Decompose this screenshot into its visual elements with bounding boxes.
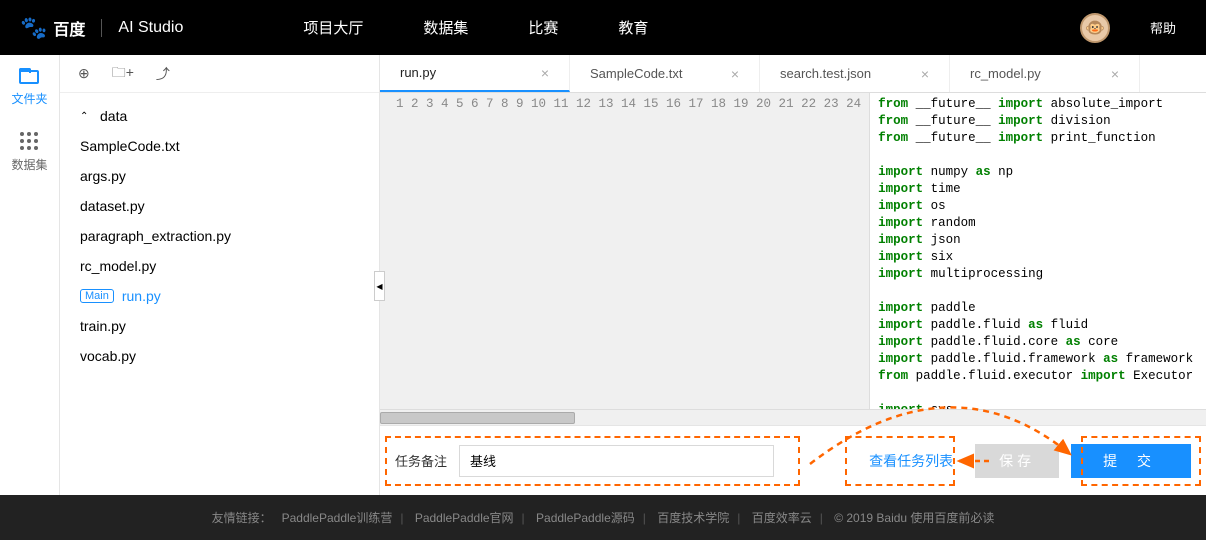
close-icon[interactable]: × (921, 66, 929, 82)
baidu-paw-icon: 🐾 (20, 15, 47, 41)
footer-copyright: © 2019 Baidu 使用百度前必读 (834, 511, 994, 525)
footer-link[interactable]: 百度技术学院 (657, 511, 729, 525)
editor-area: ◀ run.py× SampleCode.txt× search.test.js… (380, 55, 1206, 495)
footer-link[interactable]: PaddlePaddle官网 (415, 511, 514, 525)
close-icon[interactable]: × (731, 66, 739, 82)
tab-samplecode[interactable]: SampleCode.txt× (570, 55, 760, 92)
close-icon[interactable]: × (1111, 66, 1119, 82)
tree-item[interactable]: args.py (60, 161, 379, 191)
editor-tabs: run.py× SampleCode.txt× search.test.json… (380, 55, 1206, 93)
tree-item[interactable]: paragraph_extraction.py (60, 221, 379, 251)
footer-link[interactable]: 百度效率云 (752, 511, 812, 525)
folder-icon (19, 70, 39, 84)
footer-link[interactable]: PaddlePaddle训练营 (282, 511, 393, 525)
new-folder-icon[interactable]: 🗀+ (112, 62, 134, 86)
tab-search-json[interactable]: search.test.json× (760, 55, 950, 92)
submit-button[interactable]: 提 交 (1071, 444, 1191, 478)
nav-education[interactable]: 教育 (618, 17, 648, 38)
task-note-input[interactable] (459, 445, 774, 477)
footer-link[interactable]: PaddlePaddle源码 (536, 511, 635, 525)
footer: 友情链接： PaddlePaddle训练营| PaddlePaddle官网| P… (0, 495, 1206, 540)
tree-folder-data[interactable]: ⌃data (60, 101, 379, 131)
tab-run-py[interactable]: run.py× (380, 55, 570, 92)
collapse-handle-icon[interactable]: ◀ (374, 271, 385, 301)
nav-project-hall[interactable]: 项目大厅 (303, 17, 363, 38)
tree-item[interactable]: SampleCode.txt (60, 131, 379, 161)
line-gutter: 1 2 3 4 5 6 7 8 9 10 11 12 13 14 15 16 1… (380, 93, 870, 409)
dataset-icon (20, 132, 38, 150)
tree-item[interactable]: train.py (60, 311, 379, 341)
tree-item[interactable]: dataset.py (60, 191, 379, 221)
horizontal-scrollbar[interactable] (380, 409, 1206, 425)
task-toolbar: 任务备注 查看任务列表 保存 提 交 (380, 425, 1206, 495)
file-toolbar: ⊕ 🗀+ ⤴ (60, 55, 379, 93)
close-icon[interactable]: × (541, 65, 549, 81)
scroll-thumb[interactable] (380, 412, 575, 424)
tab-rcmodel[interactable]: rc_model.py× (950, 55, 1140, 92)
help-link[interactable]: 帮助 (1150, 18, 1176, 37)
save-button[interactable]: 保存 (975, 444, 1059, 478)
main-nav: 项目大厅 数据集 比赛 教育 (303, 17, 648, 38)
avatar[interactable]: 🐵 (1080, 13, 1110, 43)
top-nav: 🐾 百度 AI Studio 项目大厅 数据集 比赛 教育 🐵 帮助 (0, 0, 1206, 55)
upload-icon[interactable]: ⤴ (156, 64, 170, 84)
file-tree: ⌃data SampleCode.txt args.py dataset.py … (60, 93, 379, 379)
new-file-icon[interactable]: ⊕ (78, 65, 90, 82)
code-text[interactable]: from __future__ import absolute_import f… (870, 93, 1201, 409)
nav-dataset[interactable]: 数据集 (423, 17, 468, 38)
logo[interactable]: 🐾 百度 AI Studio (20, 15, 183, 41)
task-note-label: 任务备注 (395, 451, 447, 470)
tree-item[interactable]: vocab.py (60, 341, 379, 371)
side-rail: 文件夹 数据集 (0, 55, 60, 495)
main-badge: Main (80, 289, 114, 303)
rail-dataset[interactable]: 数据集 (11, 132, 47, 173)
code-editor[interactable]: 1 2 3 4 5 6 7 8 9 10 11 12 13 14 15 16 1… (380, 93, 1206, 409)
rail-files[interactable]: 文件夹 (11, 70, 47, 107)
file-explorer: ⊕ 🗀+ ⤴ ⌃data SampleCode.txt args.py data… (60, 55, 380, 495)
tree-item-active[interactable]: Main run.py (60, 281, 379, 311)
tree-item[interactable]: rc_model.py (60, 251, 379, 281)
view-task-list-link[interactable]: 查看任务列表 (859, 445, 963, 477)
nav-competition[interactable]: 比赛 (528, 17, 558, 38)
